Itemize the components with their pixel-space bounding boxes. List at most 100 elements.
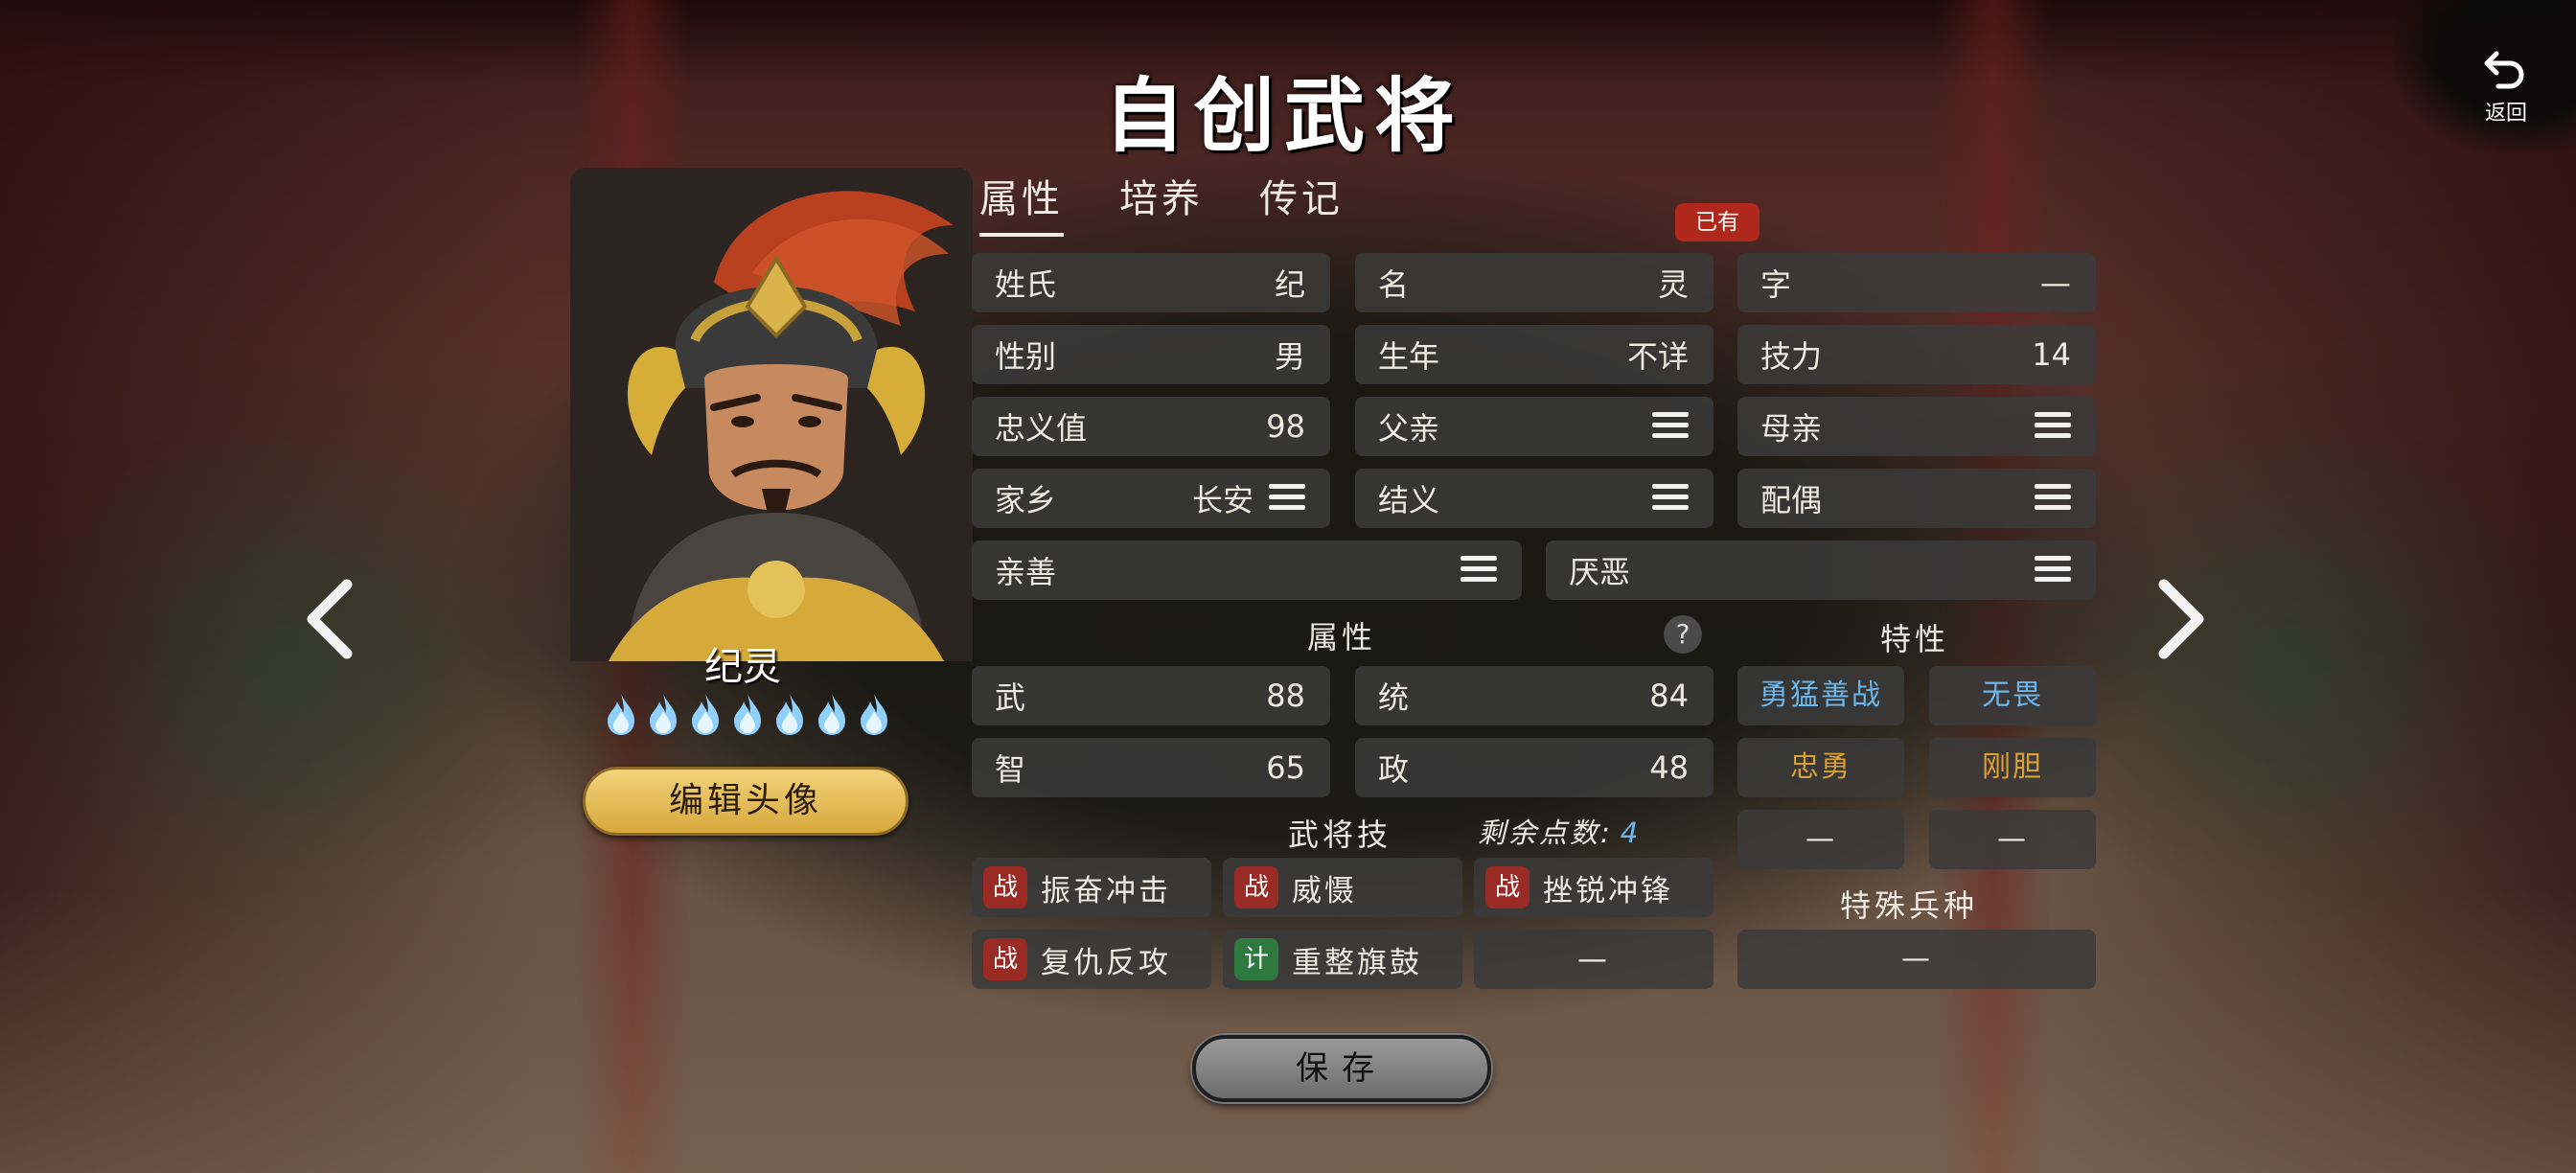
hometown-field[interactable]: 家乡 长安 xyxy=(972,469,1330,528)
sworn-brother-field[interactable]: 结义 xyxy=(1355,469,1714,528)
remaining-points-label: 剩余点数: xyxy=(1478,816,1613,849)
return-backdrop: 返回 xyxy=(2394,0,2576,153)
previous-arrow-button[interactable] xyxy=(297,575,364,661)
birth-year-label: 生年 xyxy=(1378,338,1440,375)
flame-icon xyxy=(772,692,807,736)
courtesy-name-field[interactable]: 字 — xyxy=(1737,253,2096,312)
hero-portrait xyxy=(570,168,973,661)
dislikes-field[interactable]: 厌恶 xyxy=(1546,540,2096,600)
owned-badge: 已有 xyxy=(1675,203,1760,242)
save-button[interactable]: 保存 xyxy=(1192,1035,1491,1102)
sworn-brother-label: 结义 xyxy=(1378,482,1440,518)
remaining-points: 剩余点数: 4 xyxy=(1478,811,1641,851)
return-button[interactable]: 返回 xyxy=(2472,48,2540,126)
skill-slot-empty[interactable]: — xyxy=(1474,930,1714,989)
tab-attributes[interactable]: 属性 xyxy=(979,168,1064,237)
gender-field[interactable]: 性别 男 xyxy=(972,325,1330,384)
war-stat-field[interactable]: 武 88 xyxy=(972,666,1330,725)
leadership-stat-field[interactable]: 统 84 xyxy=(1355,666,1714,725)
list-menu-icon[interactable] xyxy=(2035,412,2071,441)
hero-name: 纪灵 xyxy=(704,645,781,689)
courtesy-name-label: 字 xyxy=(1760,266,1792,303)
surname-value: 纪 xyxy=(1274,266,1305,303)
help-icon[interactable]: ? xyxy=(1664,615,1702,654)
trait-slot[interactable]: 忠勇 xyxy=(1737,738,1904,797)
battle-tag: 战 xyxy=(1234,866,1278,908)
battle-tag: 战 xyxy=(1485,866,1530,908)
gender-value: 男 xyxy=(1274,338,1305,375)
father-label: 父亲 xyxy=(1378,410,1440,447)
politics-stat-value: 48 xyxy=(1649,749,1689,786)
attributes-heading: 属性 xyxy=(1307,619,1377,656)
spouse-field[interactable]: 配偶 xyxy=(1737,469,2096,528)
battle-tag: 战 xyxy=(983,938,1027,980)
rarity-flames xyxy=(599,692,896,740)
war-stat-label: 武 xyxy=(995,679,1026,716)
chevron-left-icon xyxy=(307,579,353,659)
birth-year-field[interactable]: 生年 不详 xyxy=(1355,325,1714,384)
politics-stat-label: 政 xyxy=(1378,751,1410,788)
edit-avatar-button[interactable]: 编辑头像 xyxy=(583,767,908,836)
flame-icon xyxy=(688,692,723,736)
skill-name: 重整旗鼓 xyxy=(1292,945,1422,980)
list-menu-icon[interactable] xyxy=(1652,484,1689,513)
given-name-field[interactable]: 名 灵 xyxy=(1355,253,1714,312)
loyalty-value: 98 xyxy=(1266,408,1305,445)
list-menu-icon[interactable] xyxy=(1269,484,1305,513)
skill-slot[interactable]: 战 挫锐冲锋 xyxy=(1474,858,1714,917)
war-stat-value: 88 xyxy=(1266,678,1305,714)
leadership-stat-label: 统 xyxy=(1378,679,1410,716)
special-troop-heading: 特殊兵种 xyxy=(1840,887,1979,924)
list-menu-icon[interactable] xyxy=(2035,484,2071,513)
skill-name: 挫锐冲锋 xyxy=(1543,873,1673,908)
mother-field[interactable]: 母亲 xyxy=(1737,397,2096,456)
surname-label: 姓氏 xyxy=(995,266,1057,303)
skill-slot[interactable]: 战 振奋冲击 xyxy=(972,858,1211,917)
skill-name: 振奋冲击 xyxy=(1041,873,1171,908)
flame-icon xyxy=(857,692,891,736)
skill-slot[interactable]: 战 威慑 xyxy=(1223,858,1462,917)
tab-biography[interactable]: 传记 xyxy=(1259,168,1344,237)
trait-slot[interactable]: 无畏 xyxy=(1929,666,2096,725)
next-arrow-button[interactable] xyxy=(2147,575,2214,661)
skill-power-value: 14 xyxy=(2032,336,2071,373)
return-label: 返回 xyxy=(2484,102,2527,126)
return-arrow-icon xyxy=(2484,51,2524,89)
remaining-points-value: 4 xyxy=(1620,816,1642,849)
leadership-stat-value: 84 xyxy=(1649,678,1689,714)
list-menu-icon[interactable] xyxy=(2035,556,2071,585)
politics-stat-field[interactable]: 政 48 xyxy=(1355,738,1714,797)
skill-slot[interactable]: 战 复仇反攻 xyxy=(972,930,1211,989)
loyalty-field[interactable]: 忠义值 98 xyxy=(972,397,1330,456)
dislikes-label: 厌恶 xyxy=(1569,554,1631,590)
courtesy-name-value: — xyxy=(2040,264,2071,301)
trait-slot-empty[interactable]: — xyxy=(1929,810,2096,869)
skill-name: 复仇反攻 xyxy=(1041,945,1171,980)
intelligence-stat-value: 65 xyxy=(1266,749,1305,786)
chevron-right-icon xyxy=(2158,579,2204,659)
special-troop-slot[interactable]: — xyxy=(1737,930,2096,989)
hometown-label: 家乡 xyxy=(995,482,1057,518)
likes-field[interactable]: 亲善 xyxy=(972,540,1522,600)
general-portrait-image xyxy=(570,168,973,661)
skill-slot[interactable]: 计 重整旗鼓 xyxy=(1223,930,1462,989)
trait-slot[interactable]: 刚胆 xyxy=(1929,738,2096,797)
trait-slot[interactable]: 勇猛善战 xyxy=(1737,666,1904,725)
intelligence-stat-label: 智 xyxy=(995,751,1026,788)
list-menu-icon[interactable] xyxy=(1460,556,1497,585)
page-title: 自创武将 xyxy=(1103,68,1464,163)
tab-training[interactable]: 培养 xyxy=(1119,168,1204,237)
father-field[interactable]: 父亲 xyxy=(1355,397,1714,456)
given-name-label: 名 xyxy=(1378,266,1410,303)
surname-field[interactable]: 姓氏 纪 xyxy=(972,253,1330,312)
skills-heading: 武将技 xyxy=(1288,816,1392,853)
given-name-value: 灵 xyxy=(1657,266,1689,303)
skill-name: 威慑 xyxy=(1292,873,1357,908)
list-menu-icon[interactable] xyxy=(1652,412,1689,441)
tab-bar: 属性 培养 传记 xyxy=(979,168,1344,237)
trait-slot-empty[interactable]: — xyxy=(1737,810,1904,869)
likes-label: 亲善 xyxy=(995,554,1057,590)
loyalty-label: 忠义值 xyxy=(995,410,1088,447)
spouse-label: 配偶 xyxy=(1760,482,1823,518)
intelligence-stat-field[interactable]: 智 65 xyxy=(972,738,1330,797)
